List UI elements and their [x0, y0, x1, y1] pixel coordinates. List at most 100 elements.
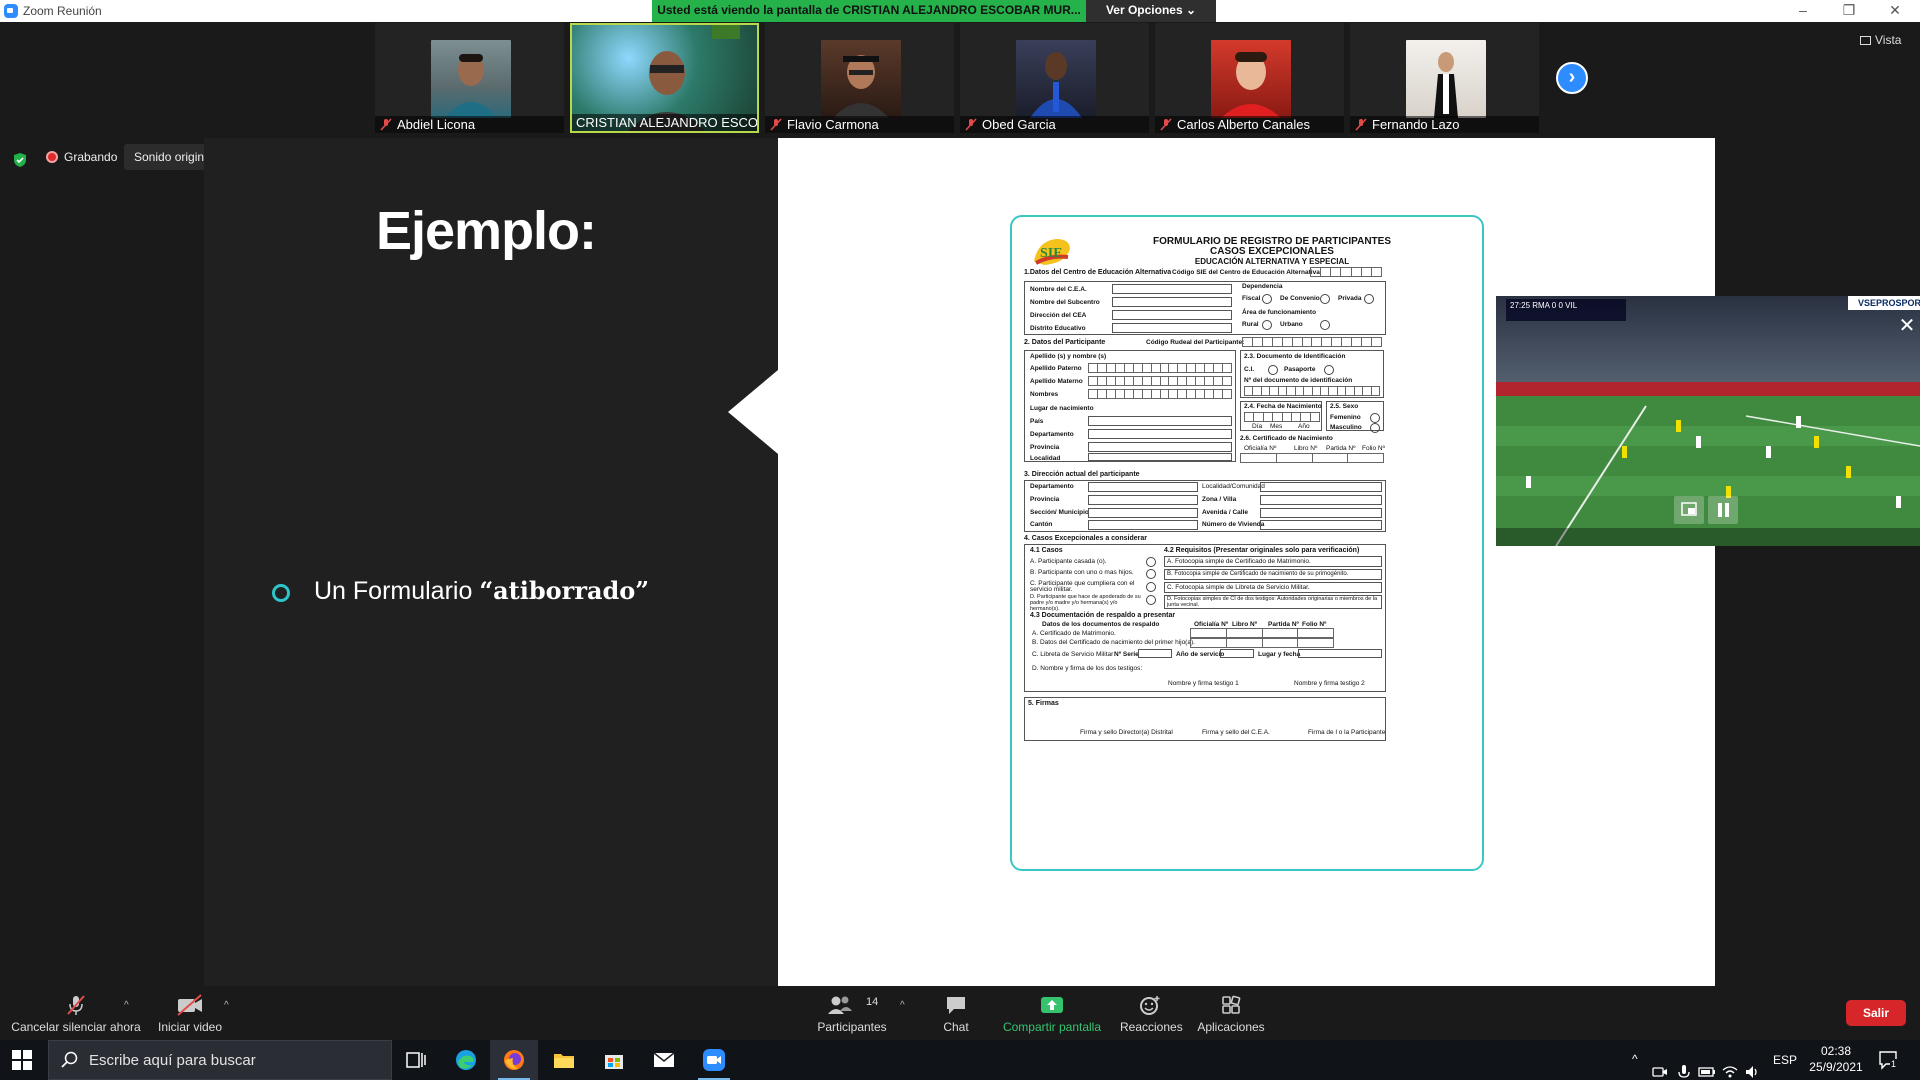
- participant-name: CRISTIAN ALEJANDRO ESCOB...: [576, 115, 757, 130]
- case-label: D. Participante que hace de apoderado de…: [1030, 594, 1141, 612]
- taskbar-clock[interactable]: 02:38 25/9/2021: [1800, 1043, 1872, 1075]
- mail-icon: [653, 1052, 675, 1067]
- participants-count: 14: [866, 996, 879, 1008]
- field-box: [1088, 416, 1232, 426]
- registration-form-image: SIE FORMULARIO DE REGISTRO DE PARTICIPAN…: [1010, 215, 1484, 871]
- firefox-icon: [504, 1050, 524, 1070]
- minimize-button[interactable]: –: [1780, 0, 1826, 22]
- participant-tile[interactable]: Fernando Lazo: [1350, 23, 1539, 133]
- notification-count: 1: [1890, 1059, 1898, 1069]
- grid-icon: [1860, 36, 1871, 45]
- share-screen-button[interactable]: Compartir pantalla: [998, 986, 1106, 1046]
- field-label: Departamento: [1030, 431, 1074, 438]
- birthdate-title: 2.4. Fecha de Nacimiento: [1244, 403, 1322, 410]
- reactions-label: Reacciones: [1120, 1020, 1183, 1034]
- microphone-icon[interactable]: [1676, 1052, 1692, 1080]
- share-screen-icon: [1041, 997, 1063, 1013]
- section-4-title: 4. Casos Excepcionales a considerar: [1024, 535, 1147, 542]
- pause-icon[interactable]: [1708, 496, 1738, 524]
- slide-arrow-shape: [728, 370, 778, 454]
- participant-tile[interactable]: Abdiel Licona: [375, 23, 564, 133]
- picture-in-picture-icon[interactable]: [1674, 496, 1704, 524]
- taskbar-search-input[interactable]: Escribe aquí para buscar: [48, 1040, 392, 1080]
- svg-text:SIE: SIE: [1040, 246, 1063, 261]
- participant-video: [821, 40, 901, 118]
- birth-cert-title: 2.6. Certificado de Nacimiento: [1240, 435, 1333, 442]
- start-video-label: Iniciar video: [157, 1020, 223, 1034]
- notifications-button[interactable]: 1: [1878, 1050, 1900, 1070]
- task-view-button[interactable]: [392, 1040, 440, 1080]
- pause-glyph: [1718, 503, 1729, 517]
- service-year-label: Año de servicio: [1176, 651, 1225, 658]
- show-hidden-icons-caret-icon[interactable]: ^: [1632, 1052, 1638, 1080]
- cert-col-label: Libro Nº: [1294, 445, 1318, 452]
- option-label: De Convenio: [1280, 295, 1320, 302]
- radio-icon: [1146, 569, 1156, 579]
- serial-label: Nº Serie: [1114, 651, 1139, 658]
- case-label: A. Participante casada (o).: [1030, 558, 1107, 565]
- field-box: [1260, 508, 1382, 518]
- section-2-title: 2. Datos del Participante: [1024, 339, 1106, 346]
- pip-glyph: [1681, 502, 1697, 516]
- next-page-arrow-icon[interactable]: ›: [1556, 62, 1588, 94]
- form-subtitle: EDUCACIÓN ALTERNATIVA Y ESPECIAL: [1194, 257, 1350, 266]
- share-screen-label: Compartir pantalla: [1002, 1020, 1102, 1034]
- participant-tile-active-speaker[interactable]: CRISTIAN ALEJANDRO ESCOB...: [570, 23, 759, 133]
- taskbar-store[interactable]: [590, 1040, 638, 1080]
- field-box: [1298, 649, 1382, 658]
- signature-label: Firma y sello Director(a) Distrital: [1080, 729, 1173, 736]
- search-icon: [61, 1051, 78, 1068]
- chevron-down-icon: ⌄: [1185, 3, 1197, 17]
- start-video-button[interactable]: Iniciar video: [150, 986, 230, 1046]
- search-placeholder: Escribe aquí para buscar: [89, 1052, 256, 1069]
- meet-now-icon[interactable]: [1652, 1052, 1668, 1080]
- video-options-caret-icon[interactable]: ^: [224, 1000, 229, 1011]
- reactions-button[interactable]: Reacciones: [1120, 986, 1183, 1046]
- volume-icon[interactable]: [1744, 1052, 1760, 1080]
- taskbar-firefox[interactable]: [490, 1040, 538, 1080]
- view-options-button[interactable]: Ver Opciones ⌄: [1086, 0, 1216, 22]
- option-label: Privada: [1338, 295, 1362, 302]
- taskbar-zoom[interactable]: [690, 1040, 738, 1080]
- maximize-button[interactable]: ❐: [1826, 0, 1872, 22]
- participant-tile[interactable]: Obed Garcia: [960, 23, 1149, 133]
- field-label: Departamento: [1030, 483, 1074, 490]
- shield-icon[interactable]: [12, 152, 28, 168]
- field-label: Localidad: [1030, 455, 1061, 462]
- radio-icon: [1364, 294, 1374, 304]
- participants-caret-icon[interactable]: ^: [900, 1000, 905, 1011]
- close-button[interactable]: ✕: [1872, 0, 1918, 22]
- participants-button[interactable]: Participantes: [812, 986, 892, 1046]
- wifi-icon[interactable]: [1722, 1052, 1738, 1080]
- section-4-1-title: 4.1 Casos: [1030, 547, 1063, 554]
- field-box: [1088, 520, 1198, 530]
- dependency-label: Dependencia: [1242, 283, 1283, 290]
- view-layout-button[interactable]: Vista: [1860, 33, 1901, 47]
- audio-options-caret-icon[interactable]: ^: [124, 1000, 129, 1011]
- clock-date: 25/9/2021: [1809, 1060, 1863, 1074]
- option-label: Rural: [1242, 321, 1259, 328]
- close-video-icon[interactable]: ✕: [1896, 316, 1918, 338]
- chat-button[interactable]: Chat: [930, 986, 982, 1046]
- section-4-2-title: 4.2 Requisitos (Presentar originales sol…: [1164, 547, 1360, 554]
- screen-share-banner: Usted está viendo la pantalla de CRISTIA…: [652, 0, 1086, 22]
- participant-tile[interactable]: Carlos Alberto Canales: [1155, 23, 1344, 133]
- video-off-icon: [177, 994, 202, 1016]
- floating-video-player[interactable]: 27:25 RMA 0 0 VIL VSEPROSPOR ✕: [1496, 296, 1920, 546]
- language-indicator[interactable]: ESP: [1773, 1053, 1797, 1067]
- rudeal-code-label: Código Rudeal del Participante:: [1146, 339, 1245, 346]
- windows-start-icon[interactable]: [12, 1050, 32, 1070]
- taskbar-mail[interactable]: [640, 1040, 688, 1080]
- apps-button[interactable]: Aplicaciones: [1194, 986, 1268, 1046]
- radio-icon: [1320, 294, 1330, 304]
- backup-row-label: A. Certificado de Matrimonio.: [1032, 630, 1116, 637]
- unmute-button[interactable]: Cancelar silenciar ahora: [8, 986, 144, 1046]
- taskbar-edge[interactable]: [442, 1040, 490, 1080]
- battery-icon[interactable]: [1698, 1052, 1716, 1080]
- mic-muted-icon: [1160, 118, 1172, 131]
- taskbar-file-explorer[interactable]: [540, 1040, 588, 1080]
- participant-tile[interactable]: Flavio Carmona: [765, 23, 954, 133]
- option-label: Masculino: [1330, 424, 1362, 431]
- leave-meeting-button[interactable]: Salir: [1846, 1000, 1906, 1026]
- field-label: Cantón: [1030, 521, 1053, 528]
